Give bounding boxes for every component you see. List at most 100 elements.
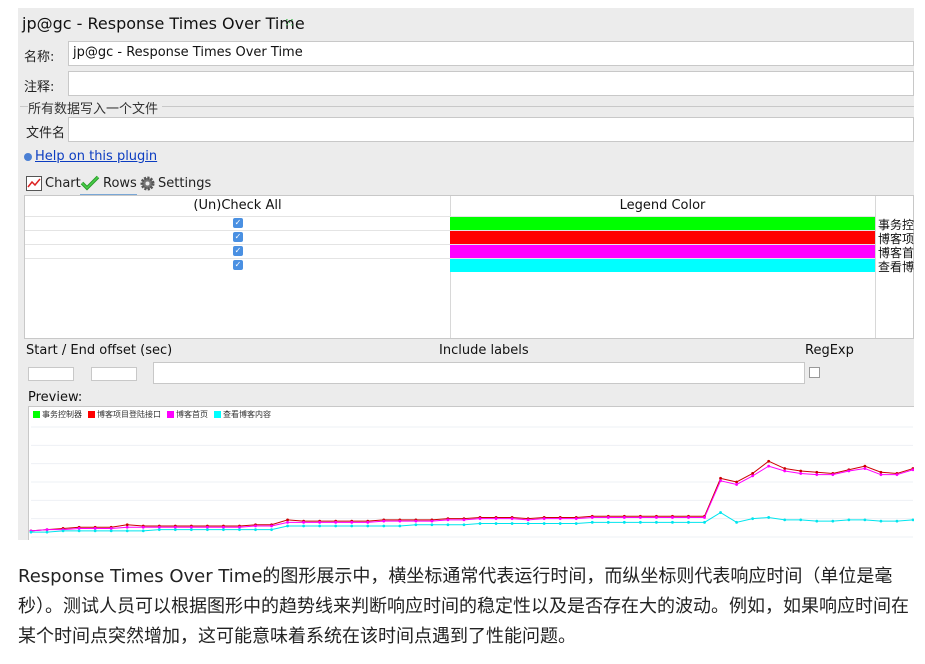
data-point	[109, 527, 113, 530]
data-point	[125, 529, 129, 533]
table-row[interactable]: ✓ 事务控	[25, 216, 914, 232]
data-point	[77, 527, 81, 530]
data-point	[590, 520, 594, 524]
data-point	[687, 520, 690, 524]
include-labels-input[interactable]	[153, 362, 805, 384]
row-checkbox[interactable]: ✓	[233, 218, 243, 228]
data-point	[863, 464, 867, 468]
data-point	[478, 522, 482, 525]
data-point	[510, 522, 514, 525]
legend-color-swatch[interactable]	[450, 245, 875, 258]
regexp-checkbox[interactable]	[809, 367, 820, 378]
filename-field[interactable]	[68, 117, 914, 142]
data-point	[879, 470, 883, 474]
data-point	[366, 524, 370, 528]
window-title: jp@gc - Response Times Over Time	[22, 14, 305, 33]
data-point	[638, 520, 642, 524]
table-row[interactable]: ✓ 查看博	[25, 258, 914, 274]
data-point	[847, 469, 851, 473]
data-point	[173, 525, 177, 529]
data-point	[767, 464, 771, 468]
data-point	[574, 517, 578, 521]
legend-color-swatch[interactable]	[450, 231, 875, 244]
data-point	[558, 522, 562, 525]
data-point	[831, 519, 835, 523]
data-point	[61, 529, 65, 533]
tab-settings-label: Settings	[158, 175, 212, 191]
data-point	[382, 519, 386, 523]
name-field[interactable]: jp@gc - Response Times Over Time	[68, 41, 914, 66]
data-point	[799, 518, 803, 522]
data-point	[414, 523, 418, 527]
table-row[interactable]: ✓ 博客首	[25, 244, 914, 260]
comment-field[interactable]	[68, 71, 914, 96]
chart-icon	[26, 175, 42, 191]
start-offset-input[interactable]	[28, 367, 74, 381]
data-point	[302, 524, 306, 528]
data-point	[542, 522, 546, 525]
data-point	[590, 516, 594, 519]
data-point	[350, 524, 354, 528]
data-point	[45, 530, 49, 534]
data-point	[350, 520, 354, 524]
tab-chart-label: Chart	[45, 175, 81, 191]
help-link[interactable]: Help on this plugin	[24, 149, 157, 164]
data-point	[222, 528, 225, 532]
comment-label: 注释:	[24, 80, 55, 95]
data-point	[767, 459, 771, 463]
data-point	[622, 516, 626, 519]
data-point	[29, 530, 33, 534]
info-icon	[24, 152, 32, 161]
data-point	[831, 473, 835, 477]
data-point	[510, 517, 514, 521]
data-point	[606, 516, 610, 519]
filename-label: 文件名	[26, 126, 66, 141]
data-point	[719, 476, 722, 480]
data-point	[173, 528, 177, 532]
data-point	[462, 523, 466, 527]
series-line	[30, 465, 914, 532]
data-point	[366, 520, 370, 524]
legend-color-header: Legend Color	[619, 198, 706, 213]
uncheck-all-header[interactable]: (Un)Check All	[25, 198, 450, 213]
data-point	[879, 519, 883, 523]
data-point	[93, 527, 97, 530]
expand-icon[interactable]: ⁙	[284, 16, 295, 31]
data-point	[141, 529, 145, 533]
tab-chart[interactable]: Chart	[26, 172, 81, 194]
data-point	[494, 522, 498, 525]
data-point	[45, 528, 49, 532]
gear-icon	[140, 176, 155, 190]
plugin-panel: jp@gc - Response Times Over Time ⁙ 名称: j…	[18, 8, 914, 540]
write-to-file-group-title: 所有数据写入一个文件	[28, 98, 163, 117]
legend-color-swatch[interactable]	[450, 259, 875, 272]
data-point	[751, 517, 755, 521]
data-point	[719, 479, 722, 483]
data-point	[109, 529, 113, 533]
data-point	[767, 516, 771, 519]
row-checkbox[interactable]: ✓	[233, 260, 243, 270]
row-checkbox[interactable]: ✓	[233, 246, 243, 256]
data-point	[751, 474, 755, 478]
data-point	[462, 518, 466, 522]
data-point	[655, 520, 658, 524]
data-point	[638, 516, 642, 519]
data-point	[703, 520, 706, 524]
tab-rows[interactable]: Rows	[80, 172, 137, 196]
data-point	[815, 470, 819, 474]
data-point	[815, 519, 819, 523]
data-point	[125, 525, 129, 529]
series-line	[30, 460, 914, 532]
data-point	[847, 518, 851, 522]
preview-label: Preview:	[28, 390, 83, 405]
row-checkbox[interactable]: ✓	[233, 232, 243, 242]
data-point	[125, 523, 129, 527]
end-offset-input[interactable]	[91, 367, 137, 381]
data-point	[895, 519, 899, 523]
data-point	[655, 516, 658, 519]
data-point	[398, 519, 402, 523]
table-row[interactable]: ✓ 博客项	[25, 230, 914, 246]
legend-color-swatch[interactable]	[450, 217, 875, 230]
data-point	[622, 520, 626, 524]
tab-settings[interactable]: Settings	[140, 172, 211, 194]
